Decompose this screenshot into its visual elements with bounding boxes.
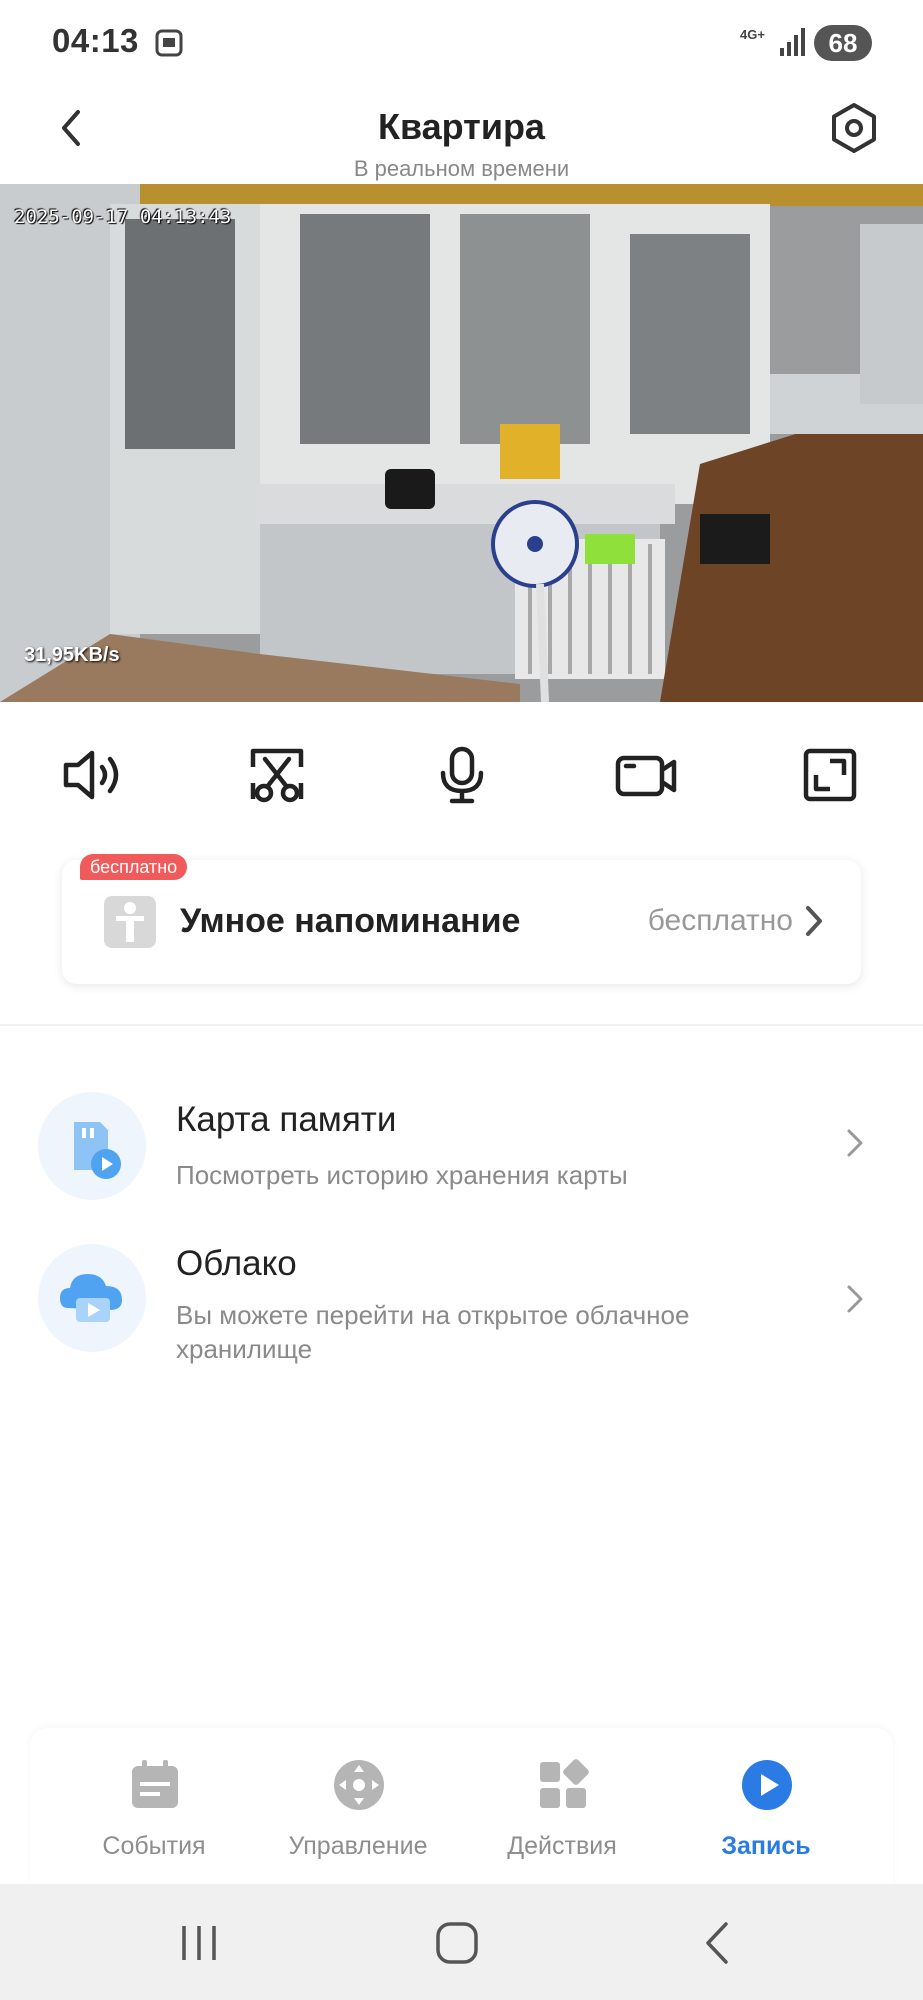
smart-reminder-card[interactable]: бесплатно Умное напоминание бесплатно — [62, 854, 861, 984]
tab-control-label: Управление — [288, 1832, 428, 1860]
video-camera-icon — [615, 755, 677, 797]
screenshot-scissors-icon — [250, 748, 304, 803]
signal-icon — [780, 28, 805, 56]
fullscreen-button[interactable] — [795, 740, 865, 810]
person-detection-icon — [104, 896, 156, 948]
events-calendar-icon — [132, 1760, 178, 1808]
cloud-item[interactable]: Облако Вы можете перейти на открытое обл… — [0, 1244, 923, 1384]
video-controls — [0, 740, 923, 820]
tab-actions-label: Действия — [507, 1832, 617, 1860]
memory-card-icon — [38, 1092, 146, 1200]
system-nav-bar — [0, 1884, 923, 2000]
chevron-right-icon — [847, 1285, 863, 1313]
recent-apps-icon[interactable] — [174, 1918, 224, 1968]
header: Квартира В реальном времени — [0, 88, 923, 184]
page-subtitle: В реальном времени — [353, 156, 570, 181]
video-bitrate: 31,95KB/s — [24, 644, 120, 666]
smart-reminder-title: Умное напоминание — [180, 902, 521, 940]
memory-card-subtitle: Посмотреть историю хранения карты — [176, 1160, 628, 1190]
system-back-icon[interactable] — [694, 1918, 744, 1968]
divider — [0, 1024, 923, 1026]
joystick-icon — [334, 1760, 384, 1810]
screenshot-notification-icon — [155, 29, 183, 57]
tab-record-label: Запись — [721, 1832, 811, 1860]
microphone-button[interactable] — [427, 740, 497, 810]
camera-scene-image — [0, 184, 923, 702]
network-type: 4G+ — [740, 27, 765, 42]
tab-control[interactable]: Управление — [256, 1728, 460, 1884]
cloud-title: Облако — [176, 1244, 297, 1283]
sound-button[interactable] — [58, 740, 128, 810]
memory-card-title: Карта памяти — [176, 1100, 397, 1139]
cloud-icon — [38, 1244, 146, 1352]
cloud-subtitle: Вы можете перейти на открытое облачное х… — [176, 1300, 690, 1364]
smart-reminder-price: бесплатно — [647, 904, 793, 937]
home-icon[interactable] — [432, 1918, 482, 1968]
microphone-icon — [440, 746, 484, 804]
status-bar: 04:13 4G+ 68 — [0, 0, 923, 88]
actions-grid-icon — [540, 1759, 589, 1808]
tab-events-label: События — [102, 1832, 206, 1860]
page-title: Квартира — [378, 106, 545, 147]
free-badge: бесплатно — [80, 854, 188, 880]
status-time: 04:13 — [52, 22, 139, 59]
tab-record[interactable]: Запись — [664, 1728, 868, 1884]
tab-events[interactable]: События — [52, 1728, 256, 1884]
memory-card-item[interactable]: Карта памяти Посмотреть историю хранения… — [0, 1088, 923, 1208]
screenshot-button[interactable] — [242, 740, 312, 810]
battery-indicator: 68 — [814, 25, 872, 61]
play-record-icon — [742, 1760, 792, 1810]
record-button[interactable] — [611, 740, 681, 810]
video-timestamp: 2025-09-17 04:13:43 — [14, 206, 232, 228]
tab-actions[interactable]: Действия — [460, 1728, 664, 1884]
sound-icon — [63, 750, 119, 800]
live-video[interactable]: 2025-09-17 04:13:43 31,95KB/s — [0, 184, 923, 702]
chevron-right-icon — [847, 1129, 863, 1157]
chevron-right-icon — [806, 906, 822, 936]
settings-hexagon-icon[interactable] — [826, 100, 882, 156]
fullscreen-icon — [803, 748, 857, 802]
bottom-tab-bar: События Управление Действия Запись — [30, 1728, 893, 1884]
